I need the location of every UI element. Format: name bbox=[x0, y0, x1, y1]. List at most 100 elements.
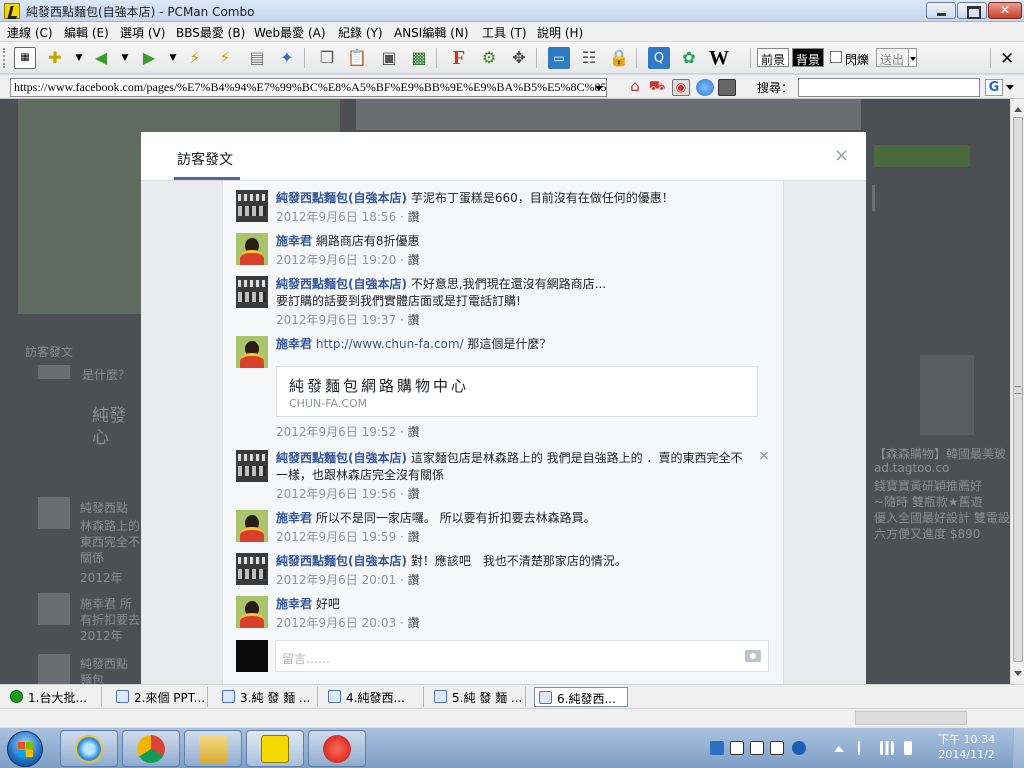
ime-icon[interactable] bbox=[710, 741, 724, 755]
comment-author[interactable]: 施幸君 bbox=[276, 234, 312, 248]
like-link[interactable]: 讚 bbox=[408, 313, 420, 327]
comment-time[interactable]: 2012年9月6日 20:01 bbox=[276, 573, 396, 587]
tab-3[interactable]: 3.純 發 麵 ... bbox=[218, 687, 318, 707]
like-link[interactable]: 讚 bbox=[408, 253, 420, 267]
add-favorite-icon[interactable]: ✦ bbox=[276, 47, 298, 69]
copy-article-icon[interactable]: ▣ bbox=[378, 47, 400, 69]
pcman-app-icon[interactable] bbox=[4, 3, 20, 19]
lock-icon[interactable]: 🔒 bbox=[608, 47, 630, 69]
new-dropdown-icon[interactable]: ▼ bbox=[68, 47, 90, 69]
monitor-icon[interactable] bbox=[718, 79, 736, 96]
blink-checkbox[interactable] bbox=[830, 51, 842, 63]
tab-6[interactable]: 6.純發西... bbox=[534, 687, 628, 707]
copy-icon[interactable]: ❐ bbox=[316, 47, 338, 69]
menu-history[interactable]: 紀錄 (Y) bbox=[338, 24, 383, 41]
shop-avatar[interactable] bbox=[236, 276, 268, 308]
comment-author[interactable]: 施幸君 bbox=[276, 511, 312, 525]
ime-mode-icon[interactable] bbox=[730, 741, 744, 755]
comment-time[interactable]: 2012年9月6日 19:52 bbox=[276, 425, 396, 439]
paste-icon[interactable]: 📋 bbox=[346, 47, 368, 69]
flower-icon[interactable]: ✿ bbox=[678, 47, 700, 69]
taskbar-chrome[interactable] bbox=[122, 730, 180, 767]
comment-author[interactable]: 施幸君 bbox=[276, 337, 312, 351]
search-input[interactable] bbox=[798, 78, 980, 97]
font-icon[interactable]: F bbox=[448, 47, 470, 69]
screenshot-icon[interactable]: ▩ bbox=[408, 47, 430, 69]
comment-author[interactable]: 純發西點麵包(自強本店) bbox=[276, 554, 407, 568]
link-preview-card[interactable]: 純發麵包網路購物中心 CHUN-FA.COM bbox=[276, 366, 758, 417]
search-engine-dropdown[interactable] bbox=[1006, 85, 1014, 94]
like-link[interactable]: 讚 bbox=[408, 425, 420, 439]
background-color-button[interactable]: 背景 bbox=[792, 48, 825, 67]
comment-time[interactable]: 2012年9月6日 19:59 bbox=[276, 530, 396, 544]
menu-bbs-favorites[interactable]: BBS最愛 (B) bbox=[176, 24, 245, 41]
volume-icon[interactable] bbox=[904, 741, 912, 755]
comment-author[interactable]: 純發西點麵包(自強本店) bbox=[276, 191, 407, 205]
comment-author[interactable]: 純發西點麵包(自強本店) bbox=[276, 451, 407, 465]
send-button[interactable]: 送出 bbox=[876, 48, 912, 67]
comment-time[interactable]: 2012年9月6日 19:56 bbox=[276, 487, 396, 501]
wikipedia-icon[interactable]: W bbox=[708, 47, 730, 69]
new-connection-icon[interactable]: ✚ bbox=[44, 47, 66, 69]
site-list-icon[interactable]: ▦ bbox=[14, 47, 36, 69]
user-avatar[interactable] bbox=[236, 596, 268, 628]
fullscreen-icon[interactable]: ✥ bbox=[508, 47, 530, 69]
taskbar-ie[interactable] bbox=[60, 730, 118, 767]
menu-tools[interactable]: 工具 (T) bbox=[482, 24, 527, 41]
car-icon[interactable]: ⛟ bbox=[648, 79, 666, 96]
start-button[interactable] bbox=[7, 731, 43, 767]
comment-time[interactable]: 2012年9月6日 20:03 bbox=[276, 616, 396, 630]
like-link[interactable]: 讚 bbox=[408, 573, 420, 587]
search-web-icon[interactable]: Q bbox=[648, 47, 670, 69]
shop-avatar[interactable] bbox=[236, 190, 268, 222]
scroll-down-icon[interactable] bbox=[1014, 671, 1022, 680]
taskbar-pcman[interactable] bbox=[246, 730, 304, 767]
menu-connect[interactable]: 連線 (C) bbox=[7, 24, 53, 41]
ime-pad-icon[interactable] bbox=[770, 741, 784, 755]
menu-help[interactable]: 說明 (H) bbox=[537, 24, 583, 41]
maximize-button[interactable] bbox=[957, 2, 987, 19]
foreground-color-button[interactable]: 前景 bbox=[757, 48, 790, 67]
comment-time[interactable]: 2012年9月6日 18:56 bbox=[276, 210, 396, 224]
user-avatar[interactable] bbox=[236, 233, 268, 265]
emoticon-icon[interactable]: ☷ bbox=[578, 47, 600, 69]
flag-icon[interactable] bbox=[858, 741, 872, 755]
vertical-scrollbar[interactable] bbox=[1010, 99, 1024, 684]
show-desktop-button[interactable] bbox=[1013, 728, 1024, 768]
forward-icon[interactable]: ▶ bbox=[138, 47, 160, 69]
menu-ansi-edit[interactable]: ANSI編輯 (N) bbox=[394, 24, 469, 41]
tab-1[interactable]: 1.台大批... bbox=[6, 687, 102, 707]
forward-dropdown-icon[interactable]: ▼ bbox=[162, 47, 184, 69]
menu-edit[interactable]: 編輯 (E) bbox=[64, 24, 109, 41]
send-dropdown[interactable] bbox=[908, 48, 917, 67]
comment-input[interactable]: 留言…… bbox=[275, 640, 769, 672]
comment-author[interactable]: 純發西點麵包(自強本店) bbox=[276, 277, 407, 291]
toolbar-grip[interactable] bbox=[3, 48, 7, 68]
dialog-close-button[interactable]: × bbox=[834, 145, 849, 166]
taskbar-explorer[interactable] bbox=[184, 730, 242, 767]
comment-link[interactable]: http://www.chun-fa.com/ bbox=[316, 337, 464, 351]
user-avatar[interactable] bbox=[236, 510, 268, 542]
reconnect-icon[interactable]: ⚡ bbox=[184, 47, 206, 69]
remove-comment-icon[interactable]: × bbox=[758, 448, 770, 464]
google-icon[interactable]: G bbox=[985, 79, 1003, 96]
like-link[interactable]: 讚 bbox=[408, 616, 420, 630]
home-icon[interactable]: ⌂ bbox=[626, 79, 644, 96]
back-icon[interactable]: ◀ bbox=[90, 47, 112, 69]
help-icon[interactable] bbox=[792, 741, 806, 755]
close-connection-icon[interactable]: ▤ bbox=[246, 47, 268, 69]
menu-options[interactable]: 選項 (V) bbox=[120, 24, 165, 41]
taskbar-trend-micro[interactable] bbox=[308, 730, 366, 767]
comment-time[interactable]: 2012年9月6日 19:37 bbox=[276, 313, 396, 327]
shop-avatar[interactable] bbox=[236, 553, 268, 585]
url-dropdown[interactable] bbox=[591, 79, 606, 96]
ansi-mode-icon[interactable]: ◉ bbox=[672, 79, 690, 96]
tab-5[interactable]: 5.純 發 麵 ... bbox=[430, 687, 526, 707]
comment-author[interactable]: 施幸君 bbox=[276, 597, 312, 611]
tab-2[interactable]: 2.來個 PPT... bbox=[112, 687, 208, 707]
show-hidden-icons-icon[interactable] bbox=[834, 744, 844, 752]
camera-icon[interactable] bbox=[745, 650, 761, 662]
like-link[interactable]: 讚 bbox=[408, 530, 420, 544]
disconnect-icon[interactable]: ⚡ bbox=[214, 47, 236, 69]
scroll-up-icon[interactable] bbox=[1014, 103, 1022, 112]
